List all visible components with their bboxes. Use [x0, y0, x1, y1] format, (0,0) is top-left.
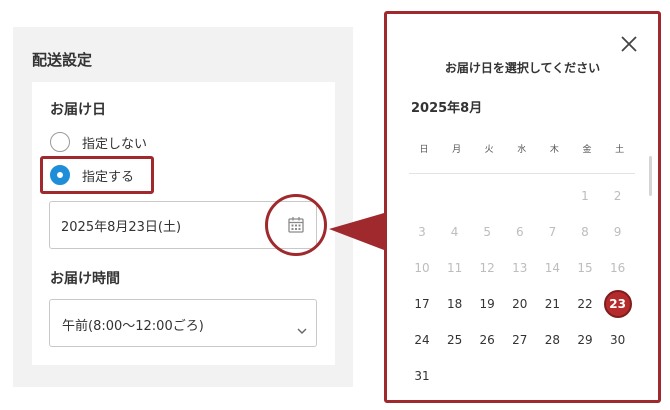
calendar-day: 12	[479, 261, 495, 275]
calendar-day[interactable]: 24	[408, 326, 436, 354]
calendar-day[interactable]: 31	[408, 362, 436, 390]
calendar-day: 8	[581, 225, 589, 239]
calendar-day[interactable]: 27	[506, 326, 534, 354]
calendar-day: 13	[512, 261, 528, 275]
calendar-day: 9	[613, 225, 622, 239]
select-value: 午前(8:00～12:00ごろ)	[62, 319, 204, 334]
calendar-day: 5	[483, 225, 491, 239]
calendar-day: 2	[613, 189, 622, 203]
selected-day[interactable]: 23	[603, 290, 632, 318]
weekday-label: 水	[517, 145, 527, 155]
weekday-label: 土	[615, 145, 625, 155]
calendar-day: 14	[544, 261, 561, 275]
calendar-day[interactable]: 29	[571, 326, 599, 354]
calendar-day[interactable]: 17	[408, 290, 436, 318]
calendar-popup: お届け日を選択してください 2025年8月 日月火水木金土 1234567891…	[384, 11, 661, 403]
delivery-time-select[interactable]: 午前(8:00～12:00ごろ)	[49, 299, 317, 347]
chevron-down-icon	[297, 320, 307, 334]
calendar-day: 3	[418, 225, 426, 239]
scrollbar[interactable]	[649, 156, 652, 196]
calendar-day[interactable]: 21	[538, 290, 566, 318]
weekday-label: 金	[582, 145, 592, 155]
calendar-day: 11	[446, 261, 463, 275]
calendar-day: 1	[581, 189, 589, 203]
delivery-time-label: お届け時間	[50, 271, 120, 287]
calendar-day: 15	[577, 261, 593, 275]
date-value: 2025年8月23日(土)	[61, 220, 182, 235]
radio-button-unchecked[interactable]	[50, 132, 70, 152]
weekday-label: 木	[549, 145, 559, 155]
calendar-day: 7	[548, 225, 557, 239]
highlight-box	[40, 156, 154, 194]
close-icon[interactable]	[617, 32, 641, 56]
weekday-label: 月	[452, 145, 462, 155]
weekday-label: 日	[419, 145, 429, 155]
radio-no-date[interactable]: 指定しない	[50, 129, 147, 155]
calendar-day[interactable]: 26	[473, 326, 501, 354]
radio-label: 指定しない	[82, 136, 148, 152]
calendar-day: 4	[450, 225, 459, 239]
calendar-day[interactable]: 20	[506, 290, 534, 318]
divider	[409, 173, 635, 174]
popup-title: お届け日を選択してください	[444, 61, 601, 75]
calendar-day[interactable]: 18	[441, 290, 469, 318]
calendar-day[interactable]: 30	[604, 326, 632, 354]
panel-title: 配送設定	[32, 51, 93, 69]
highlight-circle	[265, 194, 327, 256]
weekday-label: 火	[484, 145, 494, 155]
calendar-day: 16	[609, 261, 626, 275]
calendar-day: 10	[414, 261, 430, 275]
calendar-day: 6	[515, 225, 524, 239]
calendar-day[interactable]: 19	[473, 290, 501, 318]
calendar-day[interactable]: 28	[538, 326, 566, 354]
calendar-day[interactable]: 25	[441, 326, 469, 354]
calendar-day[interactable]: 22	[571, 290, 599, 318]
delivery-date-label: お届け日	[50, 102, 106, 118]
month-title: 2025年8月	[411, 101, 483, 116]
weekday-header: 日月火水木金土	[410, 142, 658, 158]
day-grid: 1 2 3 4 5 6 7 8 9 10 11 12 13 14 15 16 17 18 19 20 21 22 23 24 2…	[408, 182, 642, 392]
